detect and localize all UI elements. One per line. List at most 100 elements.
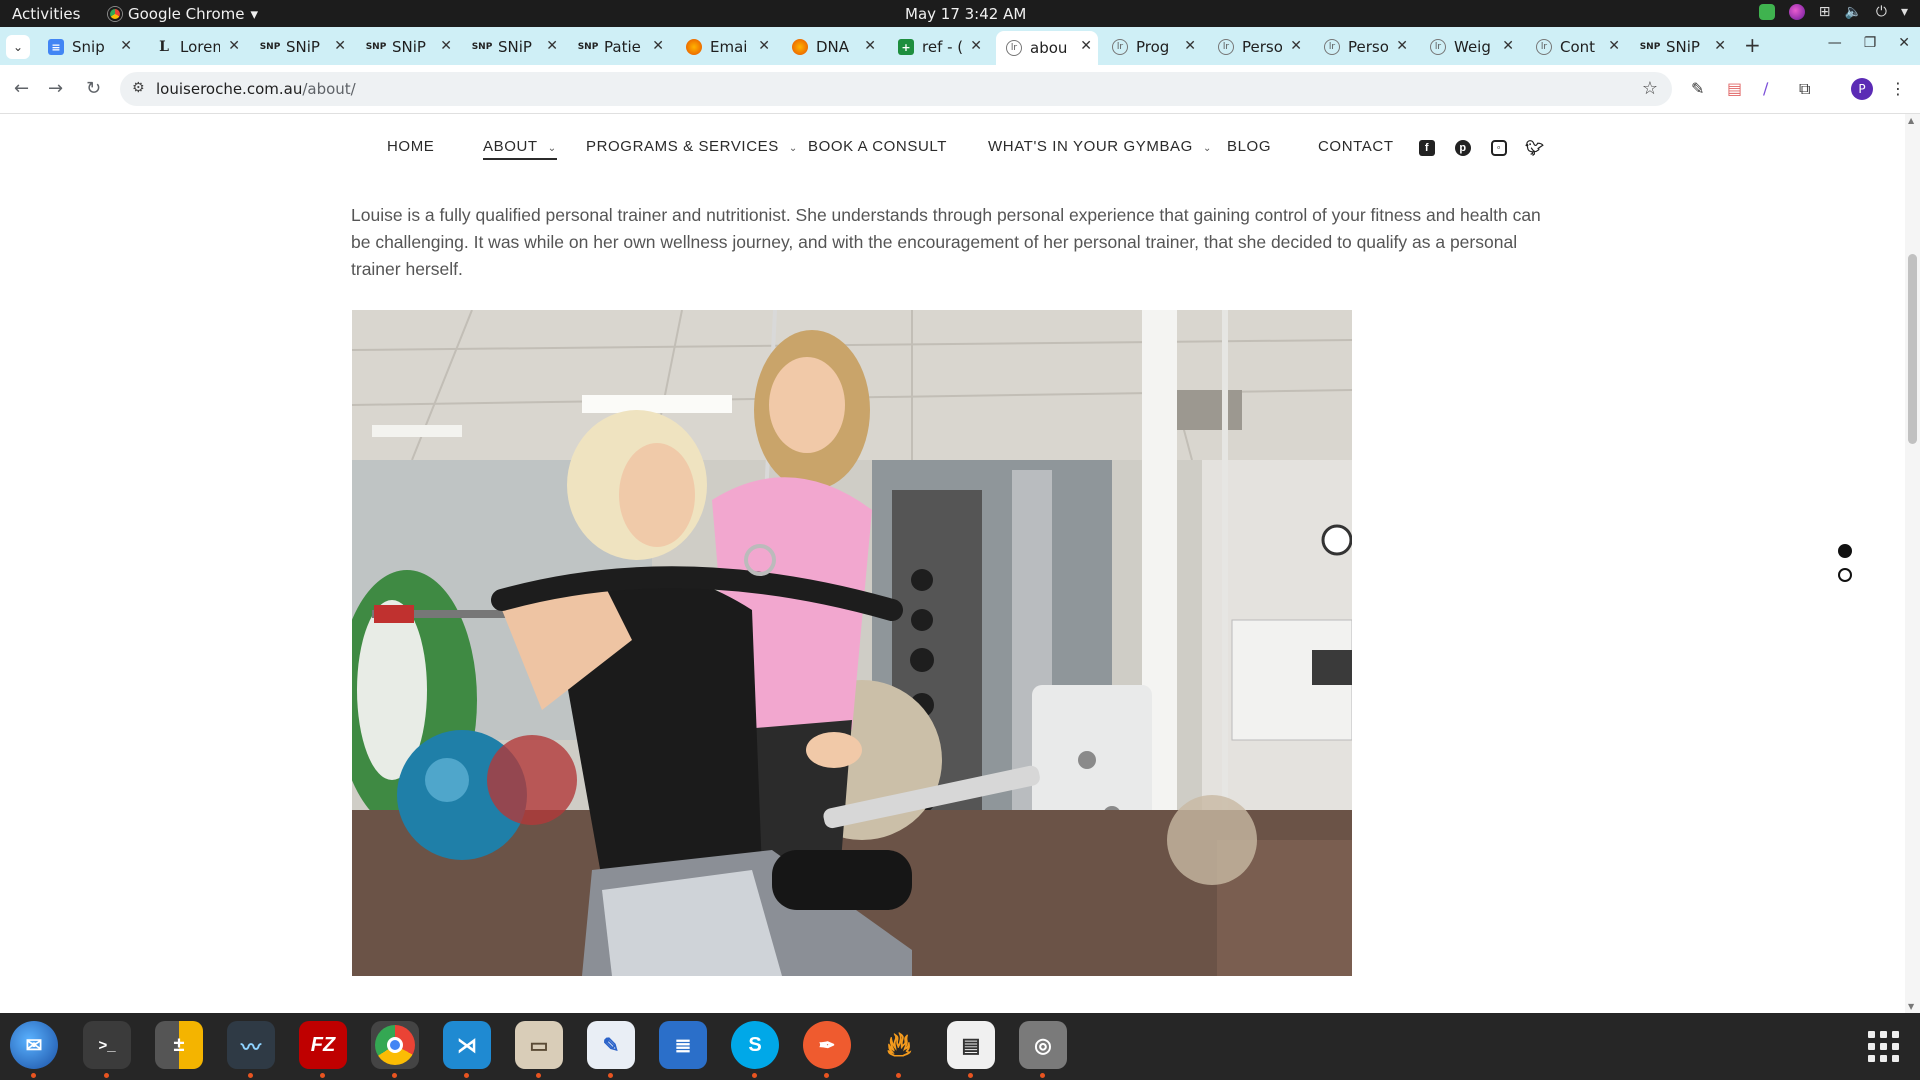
nav-gymbag[interactable]: WHAT'S IN YOUR GYMBAG ⌄	[988, 138, 1212, 155]
close-icon[interactable]: ✕	[440, 38, 452, 54]
address-bar[interactable]: ⚙ louiseroche.com.au/about/ ☆	[120, 72, 1672, 106]
twitter-icon[interactable]: 🐦︎	[1525, 140, 1544, 157]
close-icon[interactable]: ✕	[1080, 38, 1092, 54]
tab[interactable]: lr Weig ✕	[1420, 31, 1520, 63]
close-icon[interactable]: ✕	[758, 38, 770, 54]
skype-icon[interactable]: S	[731, 1021, 779, 1078]
new-tab-button[interactable]: +	[1744, 33, 1761, 57]
tab[interactable]: Emai ✕	[676, 31, 776, 63]
terminal-icon[interactable]: >_	[83, 1021, 131, 1078]
tab[interactable]: lr Perso ✕	[1208, 31, 1308, 63]
text-editor-icon[interactable]: ✎	[587, 1021, 635, 1078]
nav-blog[interactable]: BLOG	[1227, 138, 1271, 155]
close-icon[interactable]: ✕	[1184, 38, 1196, 54]
bookmark-star-icon[interactable]: ☆	[1642, 78, 1658, 99]
tab[interactable]: SNP SNiP ✕	[1632, 31, 1732, 63]
update-indicator-icon[interactable]	[1758, 4, 1775, 20]
scrollbar-thumb[interactable]	[1908, 254, 1917, 444]
instagram-icon[interactable]: ◦	[1491, 140, 1507, 156]
close-icon[interactable]: ✕	[1290, 38, 1302, 54]
pinterest-icon[interactable]: p	[1455, 140, 1471, 156]
running-indicator	[536, 1073, 541, 1078]
tab[interactable]: SNP SNiP ✕	[252, 31, 352, 63]
minimize-icon[interactable]: —	[1828, 35, 1842, 51]
tab[interactable]: L Lorem ✕	[146, 31, 246, 63]
app-menu[interactable]: Google Chrome ▾	[108, 5, 258, 23]
pen-extension-icon[interactable]: ∕	[1763, 79, 1768, 98]
tab[interactable]: + ref - (✕	[888, 31, 988, 63]
tab-title: SNiP	[392, 38, 426, 56]
thunderbird-icon[interactable]: ✉	[10, 1021, 58, 1078]
close-icon[interactable]: ✕	[1608, 38, 1620, 54]
vs-code-icon[interactable]: ⋊	[443, 1021, 491, 1078]
nav-book-consult[interactable]: BOOK A CONSULT	[808, 138, 947, 155]
calculator-icon[interactable]: ±	[155, 1021, 203, 1069]
close-icon[interactable]: ✕	[334, 38, 346, 54]
page-scrollbar[interactable]: ▲ ▼	[1905, 114, 1920, 1013]
tab-title: SNiP	[1666, 38, 1700, 56]
system-tray[interactable]: ⊞ 🔈 ⏻ ▾	[1758, 4, 1908, 20]
forward-arrow-icon[interactable]: →	[48, 78, 63, 99]
system-monitor-icon[interactable]: 〰	[227, 1021, 275, 1078]
tab-active[interactable]: lr abou ✕	[996, 31, 1098, 65]
scroll-up-arrow-icon[interactable]: ▲	[1908, 116, 1914, 125]
pen-tool-icon[interactable]: ✒	[803, 1021, 851, 1078]
scroll-down-arrow-icon[interactable]: ▼	[1908, 1002, 1914, 1011]
flame-app-icon[interactable]: 🔥︎	[875, 1021, 923, 1078]
nav-about[interactable]: ABOUT ⌄	[483, 138, 557, 160]
tab[interactable]: ≡ Snip ✕	[38, 31, 138, 63]
activities-button[interactable]: Activities	[12, 5, 80, 23]
files-icon[interactable]: ▭	[515, 1021, 563, 1078]
volume-icon[interactable]: 🔈	[1844, 4, 1861, 20]
restore-icon[interactable]: ❐	[1864, 35, 1877, 51]
close-icon[interactable]: ✕	[120, 38, 132, 54]
clock[interactable]: May 17 3:42 AM	[905, 5, 1026, 23]
eyedropper-extension-icon[interactable]: ✎	[1691, 79, 1704, 98]
power-icon[interactable]: ⏻	[1876, 4, 1887, 20]
close-icon[interactable]: ✕	[970, 38, 982, 54]
close-icon[interactable]: ✕	[1396, 38, 1408, 54]
close-icon[interactable]: ✕	[1502, 38, 1514, 54]
close-icon[interactable]: ✕	[546, 38, 558, 54]
nav-contact[interactable]: CONTACT	[1318, 138, 1394, 155]
facebook-icon[interactable]: f	[1419, 140, 1435, 156]
network-icon[interactable]: ⊞	[1819, 4, 1831, 20]
tab[interactable]: lr Prog ✕	[1102, 31, 1202, 63]
section-dot-active[interactable]	[1838, 544, 1852, 558]
url-text[interactable]: louiseroche.com.au/about/	[156, 80, 356, 98]
extension-indicator-icon[interactable]	[1788, 4, 1805, 20]
tab-search-button[interactable]: ⌄	[6, 35, 30, 59]
profile-avatar[interactable]: P	[1851, 78, 1873, 100]
tab[interactable]: SNP Patie ✕	[570, 31, 670, 63]
chevron-down-icon[interactable]: ▾	[1901, 4, 1908, 20]
google-chrome-icon[interactable]	[371, 1021, 419, 1078]
libreoffice-writer-icon[interactable]: ≣	[659, 1021, 707, 1069]
disk-utility-icon[interactable]: ◎	[1019, 1021, 1067, 1078]
show-applications-grid-icon[interactable]	[1868, 1031, 1899, 1062]
reload-icon[interactable]: ↻	[86, 78, 101, 99]
nav-about-label: ABOUT	[483, 138, 538, 155]
close-icon[interactable]: ✕	[228, 38, 240, 54]
calendar-extension-icon[interactable]: ▤	[1727, 79, 1742, 98]
nav-home[interactable]: HOME	[387, 138, 434, 155]
tab-title: Emai	[710, 38, 748, 56]
running-indicator	[1040, 1073, 1045, 1078]
tab[interactable]: lr Cont ✕	[1526, 31, 1626, 63]
close-icon[interactable]: ✕	[1714, 38, 1726, 54]
extensions-puzzle-icon[interactable]: ⧉	[1799, 79, 1810, 99]
section-dot[interactable]	[1838, 568, 1852, 582]
close-icon[interactable]: ✕	[652, 38, 664, 54]
tab[interactable]: DNA ✕	[782, 31, 882, 63]
tab[interactable]: lr Perso ✕	[1314, 31, 1414, 63]
close-icon[interactable]: ✕	[864, 38, 876, 54]
filezilla-icon[interactable]: FZ	[299, 1021, 347, 1078]
document-viewer-icon[interactable]: ▤	[947, 1021, 995, 1078]
tab[interactable]: SNP SNiP ✕	[464, 31, 564, 63]
close-window-icon[interactable]: ✕	[1898, 35, 1910, 51]
menu-kebab-icon[interactable]: ⋮	[1890, 79, 1906, 98]
snip-icon: SNP	[1639, 42, 1661, 52]
site-info-icon[interactable]: ⚙	[132, 80, 145, 96]
back-arrow-icon[interactable]: ←	[14, 78, 29, 99]
tab[interactable]: SNP SNiP ✕	[358, 31, 458, 63]
nav-programs[interactable]: PROGRAMS & SERVICES ⌄	[586, 138, 798, 155]
